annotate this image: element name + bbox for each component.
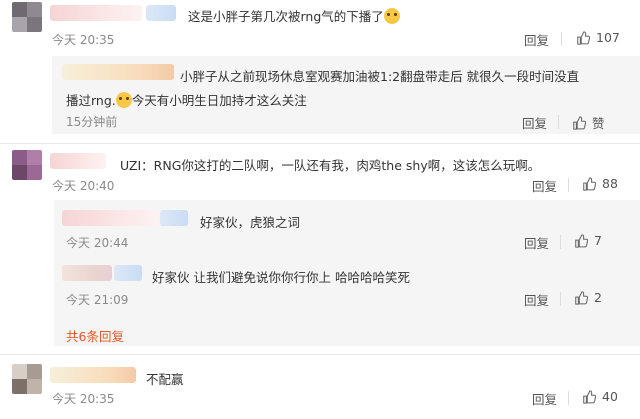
avatar[interactable] — [12, 364, 42, 394]
divider — [560, 235, 561, 249]
reply-time: 今天 21:09 — [66, 293, 129, 307]
like-count: 赞 — [592, 116, 605, 131]
divider — [558, 115, 559, 129]
thumbs-up-icon — [575, 233, 588, 248]
thumbs-up-icon — [577, 30, 590, 45]
thumbs-up-icon — [583, 176, 596, 191]
divider — [568, 391, 569, 405]
avatar[interactable] — [12, 150, 42, 180]
avatar[interactable] — [12, 2, 42, 32]
divider — [0, 354, 640, 355]
comment-time: 今天 20:35 — [52, 392, 115, 406]
like-button[interactable]: 40 — [582, 389, 618, 404]
username-blurred[interactable] — [50, 153, 106, 169]
more-replies-link[interactable]: 共6条回复 — [66, 326, 124, 345]
like-count: 40 — [602, 389, 618, 404]
username-blurred[interactable] — [62, 210, 158, 226]
like-button[interactable]: 赞 — [572, 113, 605, 132]
like-button[interactable]: 88 — [582, 176, 618, 191]
username-blurred[interactable] — [62, 64, 174, 80]
reply-time: 今天 20:44 — [66, 236, 129, 250]
comment-text: 这是小胖子第几次被rng气的下播了 — [188, 6, 400, 25]
like-count: 7 — [594, 233, 602, 248]
reply-text: 好家伙 让我们避免说你你行你上 哈哈哈哈笑死 — [152, 270, 410, 285]
divider — [0, 143, 640, 144]
like-button[interactable]: 107 — [576, 30, 620, 45]
username-blurred-badge — [146, 5, 176, 21]
divider — [561, 32, 562, 46]
reply-button[interactable]: 回复 — [532, 389, 557, 408]
like-count: 107 — [596, 30, 620, 45]
like-button[interactable]: 7 — [574, 233, 602, 248]
divider — [568, 178, 569, 192]
comment-text: 不配赢 — [146, 372, 184, 387]
reply-button[interactable]: 回复 — [524, 30, 549, 49]
reply-text: 好家伙，虎狼之词 — [200, 215, 301, 230]
emoji-icon — [115, 92, 132, 108]
username-blurred-badge — [160, 210, 188, 226]
reply-button[interactable]: 回复 — [524, 233, 549, 252]
comment-time: 今天 20:35 — [52, 33, 115, 47]
like-count: 88 — [602, 176, 618, 191]
username-blurred[interactable] — [50, 367, 136, 383]
comment-time: 今天 20:40 — [52, 179, 115, 193]
username-blurred-badge — [114, 265, 142, 281]
divider — [560, 292, 561, 306]
reply-button[interactable]: 回复 — [532, 176, 557, 195]
reply-button[interactable]: 回复 — [522, 113, 547, 132]
reply-time: 15分钟前 — [66, 115, 118, 129]
reply-text: 小胖子从之前现场休息室观赛加油被1:2翻盘带走后 就很久一段时间没直 — [180, 69, 580, 84]
like-count: 2 — [594, 290, 602, 305]
username-blurred[interactable] — [50, 5, 142, 21]
thumbs-up-icon — [575, 290, 588, 305]
thumbs-up-icon — [573, 115, 586, 130]
emoji-icon — [383, 8, 400, 24]
reply-text-cont: 播过rng. 今天有小明生日加持才这么关注 — [66, 92, 307, 108]
thumbs-up-icon — [583, 389, 596, 404]
like-button[interactable]: 2 — [574, 290, 602, 305]
username-blurred[interactable] — [62, 265, 112, 281]
reply-button[interactable]: 回复 — [524, 290, 549, 309]
comment-text: UZI：RNG你这打的二队啊，一队还有我，肉鸡the shy啊，这该怎么玩啊。 — [120, 158, 541, 173]
